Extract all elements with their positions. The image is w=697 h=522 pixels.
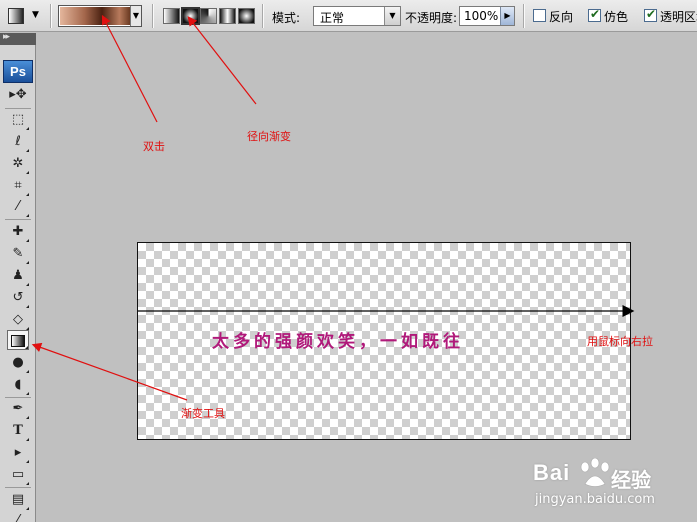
- blur-tool-icon[interactable]: ●: [7, 353, 29, 373]
- pen-tool-icon[interactable]: ✒: [7, 399, 29, 419]
- separator: [523, 4, 525, 28]
- gradient-dropdown-button[interactable]: ▼: [130, 6, 141, 26]
- gradient-picker[interactable]: ▼: [58, 5, 142, 27]
- transparency-label: 透明区域: [660, 10, 697, 24]
- double-chevron-icon: ▸▸: [3, 32, 10, 42]
- mode-label: 模式:: [272, 11, 301, 25]
- toolbox: ▸▸ Ps ▸✥ ⬚ ℓ ✲ ⌗ ⁄ ✚ ✎ ♟ ↺ ◇ ● ◖ ✒ T ▸ ▭…: [0, 32, 36, 522]
- eyedropper-tool-icon[interactable]: ⁄: [7, 197, 29, 217]
- opacity-label: 不透明度:: [405, 11, 458, 25]
- annotation-radial-gradient: 径向渐变: [247, 130, 291, 143]
- reverse-checkbox[interactable]: [533, 9, 546, 22]
- divider: [5, 397, 31, 398]
- separator: [262, 4, 264, 28]
- shape-tool-icon[interactable]: ▭: [7, 465, 29, 485]
- check-icon: ✔: [590, 7, 601, 21]
- divider: [5, 108, 31, 109]
- photoshop-logo[interactable]: Ps: [3, 60, 33, 83]
- divider: [5, 219, 31, 220]
- crop-tool-icon[interactable]: ⌗: [7, 176, 29, 196]
- gradient-swatch[interactable]: [60, 7, 130, 25]
- angle-gradient-button[interactable]: [200, 8, 217, 24]
- lasso-tool-icon[interactable]: ℓ: [7, 132, 29, 152]
- type-tool-icon[interactable]: T: [7, 421, 29, 441]
- watermark-logo-text: Bai: [533, 460, 571, 485]
- chevron-down-icon: ▼: [132, 11, 140, 20]
- dodge-tool-icon[interactable]: ◖: [7, 375, 29, 395]
- baidu-watermark: Bai 经验 jingyan.baidu.com: [533, 458, 693, 518]
- clone-stamp-tool-icon[interactable]: ♟: [7, 266, 29, 286]
- opacity-input[interactable]: 100% ▶: [459, 6, 515, 26]
- linear-gradient-button[interactable]: [163, 8, 180, 24]
- watermark-jingyan-text: 经验: [611, 468, 651, 492]
- opacity-value: 100%: [464, 9, 499, 23]
- annotation-gradient-tool: 渐变工具: [181, 407, 225, 420]
- eraser-tool-icon[interactable]: ◇: [7, 310, 29, 330]
- divider: [5, 487, 31, 488]
- separator: [152, 4, 154, 28]
- eyedropper-tool-icon[interactable]: ⁄: [7, 511, 29, 522]
- annotation-drag-right: 用鼠标向右拉: [587, 335, 653, 348]
- magic-wand-tool-icon[interactable]: ✲: [7, 154, 29, 174]
- marquee-tool-icon[interactable]: ⬚: [7, 110, 29, 130]
- reverse-label: 反向: [549, 10, 574, 24]
- chevron-down-icon: ▼: [32, 10, 39, 20]
- annotation-double-click: 双击: [143, 140, 165, 153]
- brush-tool-icon[interactable]: ✎: [7, 244, 29, 264]
- notes-tool-icon[interactable]: ▤: [7, 490, 29, 510]
- chevron-down-icon[interactable]: ▼: [384, 7, 400, 25]
- watermark-url: jingyan.baidu.com: [535, 492, 655, 507]
- toolbox-grip[interactable]: ▸▸: [0, 32, 36, 45]
- mode-select[interactable]: 正常 ▼: [313, 6, 401, 26]
- arrow-double-click: [101, 14, 158, 123]
- transparency-checkbox[interactable]: ✔: [644, 7, 657, 22]
- move-tool-icon[interactable]: ▸✥: [7, 85, 29, 105]
- dither-label: 仿色: [604, 10, 629, 24]
- path-selection-tool-icon[interactable]: ▸: [7, 443, 29, 463]
- separator: [50, 4, 52, 28]
- gradient-tool-preset-icon: [8, 8, 24, 24]
- healing-brush-tool-icon[interactable]: ✚: [7, 222, 29, 242]
- radial-gradient-button[interactable]: [181, 7, 200, 25]
- check-icon: ✔: [646, 7, 657, 21]
- mode-value: 正常: [320, 11, 345, 25]
- diamond-gradient-button[interactable]: [238, 8, 255, 24]
- chevron-right-icon[interactable]: ▶: [500, 7, 514, 25]
- gradient-tool-button[interactable]: [7, 330, 29, 350]
- dither-checkbox[interactable]: ✔: [588, 7, 601, 22]
- canvas-text: 太多的强颜欢笑，一如既往: [212, 332, 464, 352]
- tool-preset-picker[interactable]: ▼: [6, 6, 44, 26]
- gradient-tool-icon: [11, 334, 25, 347]
- reflected-gradient-button[interactable]: [219, 8, 236, 24]
- options-bar: ▼ ▼ 模式: 正常 ▼ 不透明度: 100% ▶ 反向 ✔ 仿色 ✔ 透明区域: [0, 0, 697, 32]
- history-brush-tool-icon[interactable]: ↺: [7, 288, 29, 308]
- baidu-paw-icon: [580, 458, 610, 487]
